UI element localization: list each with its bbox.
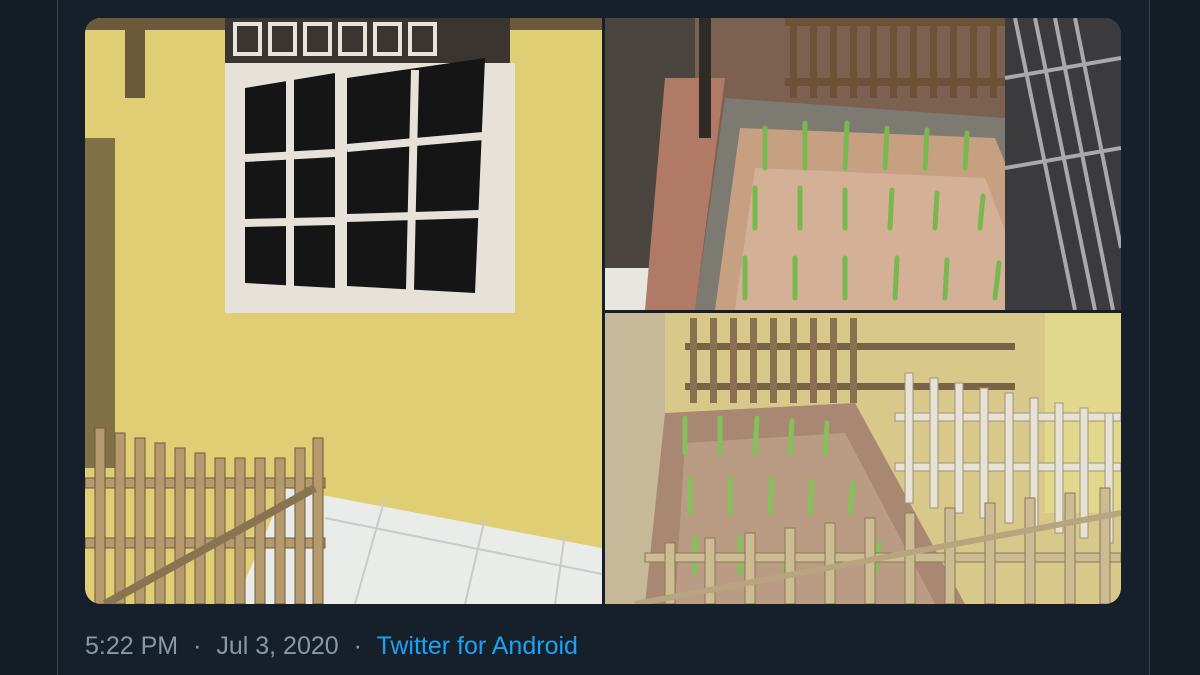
left-sidebar-edge bbox=[0, 0, 58, 675]
tweet-photo-3[interactable] bbox=[605, 313, 1121, 604]
separator-dot: · bbox=[353, 632, 362, 660]
tweet-source-link[interactable]: Twitter for Android bbox=[376, 632, 577, 660]
tweet-media-grid bbox=[85, 18, 1121, 604]
separator-dot: · bbox=[193, 632, 202, 660]
tweet-timestamp-line: 5:22 PM · Jul 3, 2020 · Twitter for Andr… bbox=[85, 632, 578, 661]
tweet-photo-1[interactable] bbox=[85, 18, 602, 604]
right-sidebar-edge bbox=[1149, 0, 1200, 675]
tweet-photo-2[interactable] bbox=[605, 18, 1121, 310]
tweet-date[interactable]: Jul 3, 2020 bbox=[216, 632, 338, 660]
tweet-time[interactable]: 5:22 PM bbox=[85, 632, 178, 660]
